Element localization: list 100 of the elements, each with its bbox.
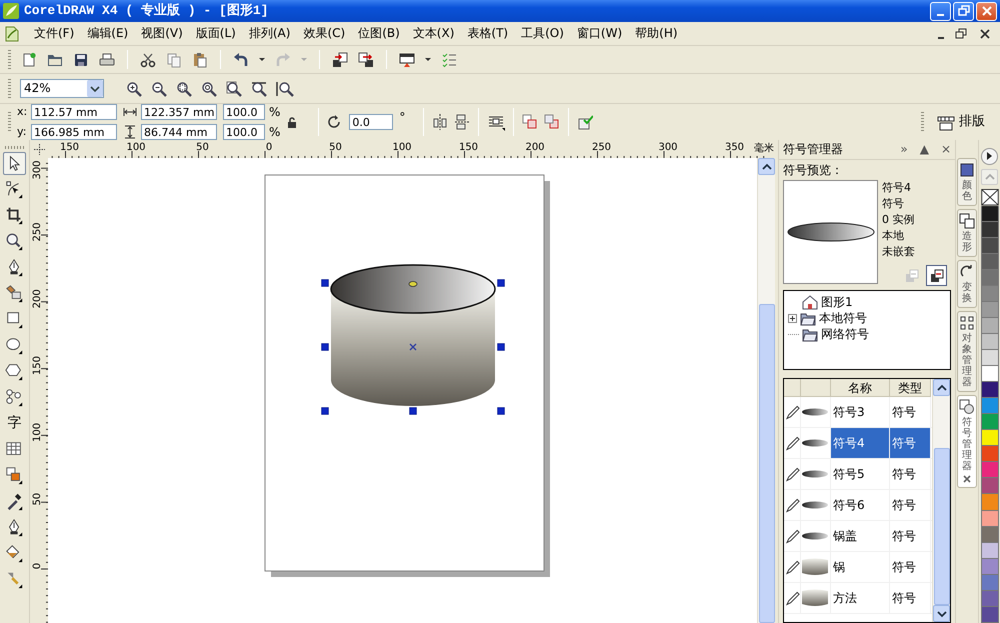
table-cell[interactable]: 符号 — [890, 397, 931, 427]
color-swatch[interactable] — [980, 446, 998, 462]
color-swatch[interactable] — [980, 462, 998, 478]
magnifier-icon[interactable] — [176, 80, 192, 96]
caret-icon[interactable] — [259, 57, 265, 62]
menu-item[interactable]: 窗口(W) — [576, 26, 622, 41]
color-swatch[interactable] — [980, 590, 998, 607]
text-wrap-icon[interactable] — [487, 114, 506, 130]
color-swatch[interactable] — [980, 558, 998, 575]
printer-icon[interactable] — [99, 52, 115, 68]
restore-icon[interactable] — [954, 26, 968, 40]
magnifier-icon[interactable] — [276, 80, 294, 96]
color-swatch[interactable] — [980, 414, 998, 430]
height-field[interactable]: 86.744 mm — [141, 124, 217, 140]
color-swatch[interactable] — [980, 382, 998, 398]
column-header[interactable]: 名称 — [831, 379, 890, 397]
table-cell[interactable]: 锅 — [831, 552, 890, 582]
tree-item[interactable]: 图形1 — [821, 294, 853, 310]
zoom-dropdown[interactable]: 42% — [20, 79, 104, 98]
text-tool[interactable]: 字 — [3, 412, 26, 435]
scrollbar-thumb[interactable] — [934, 448, 950, 605]
color-swatch[interactable] — [980, 238, 998, 254]
color-swatch[interactable] — [980, 350, 998, 366]
magnifier-icon[interactable] — [226, 80, 242, 96]
scroll-down-button[interactable] — [933, 605, 950, 622]
zoom-out-icon[interactable] — [151, 80, 167, 96]
export-icon[interactable] — [358, 52, 374, 68]
minimize-button[interactable] — [930, 2, 951, 20]
monitor-icon[interactable] — [399, 52, 415, 68]
toolbox-grip[interactable] — [4, 146, 24, 149]
menu-item[interactable]: 文件(F) — [34, 26, 74, 41]
drawing-canvas[interactable] — [48, 158, 757, 623]
checklist-icon[interactable] — [441, 52, 457, 68]
magnifier-icon[interactable] — [201, 80, 217, 96]
docker-header-button[interactable]: » — [900, 142, 908, 157]
menu-item[interactable]: 排列(A) — [248, 26, 290, 41]
color-swatch[interactable] — [980, 526, 998, 543]
side-tab[interactable]: 变换 — [957, 260, 977, 308]
color-swatch[interactable] — [980, 478, 998, 494]
export-button[interactable] — [926, 265, 947, 286]
menu-item[interactable]: 工具(O) — [521, 26, 564, 41]
width-field[interactable]: 122.357 mm — [141, 104, 217, 120]
menu-item[interactable]: 文本(X) — [412, 26, 454, 41]
color-swatch[interactable] — [980, 254, 998, 270]
vertical-scrollbar[interactable] — [932, 379, 950, 622]
no-color-swatch[interactable] — [980, 189, 998, 206]
restore-button[interactable] — [953, 2, 974, 20]
expander-icon[interactable] — [788, 314, 797, 322]
table-cell[interactable]: 符号5 — [831, 459, 890, 489]
zoom-in-icon[interactable] — [126, 80, 142, 96]
selection-handle[interactable] — [409, 407, 417, 415]
table-cell[interactable]: 符号 — [890, 552, 931, 582]
menu-item[interactable]: 位图(B) — [358, 26, 400, 41]
menu-item[interactable]: 编辑(E) — [87, 26, 128, 41]
minimize-icon[interactable] — [938, 36, 944, 38]
toolbar-grip[interactable] — [8, 112, 11, 132]
selection-handle[interactable] — [497, 407, 505, 415]
selection-handle[interactable] — [321, 343, 329, 351]
close-icon[interactable] — [978, 26, 992, 40]
table-cell[interactable]: 符号 — [890, 459, 931, 489]
pencil-icon[interactable] — [786, 498, 800, 512]
color-swatch[interactable] — [980, 270, 998, 286]
menu-item[interactable]: 效果(C) — [303, 26, 346, 41]
color-swatch[interactable] — [980, 430, 998, 446]
new-document-icon[interactable] — [21, 52, 37, 68]
color-swatch[interactable] — [980, 398, 998, 414]
scissors-icon[interactable] — [140, 52, 156, 68]
table-cell[interactable]: 符号3 — [831, 397, 890, 427]
side-tab[interactable]: 颜色 — [957, 158, 977, 206]
side-tab[interactable]: 对象管理器 — [957, 311, 977, 392]
y-position-field[interactable]: 166.985 mm — [31, 124, 117, 140]
menu-item[interactable]: 版面(L) — [196, 26, 236, 41]
tree-item[interactable]: 网络符号 — [821, 326, 869, 342]
color-swatch[interactable] — [980, 510, 998, 527]
table-cell[interactable]: 符号 — [890, 521, 931, 551]
center-mark-icon[interactable] — [409, 343, 417, 351]
selection-handle[interactable] — [321, 407, 329, 415]
scroll-up-button[interactable] — [758, 158, 775, 175]
side-tab[interactable]: 造形 — [957, 209, 977, 257]
pencil-icon[interactable] — [786, 560, 800, 574]
toolbar-grip[interactable] — [921, 112, 924, 132]
color-swatch[interactable] — [980, 334, 998, 350]
vertical-ruler[interactable]: 300 250 200 150 100 50 0 — [30, 158, 48, 623]
scale-field[interactable]: 100.0 — [223, 104, 265, 120]
column-header[interactable]: 类型 — [890, 379, 931, 397]
table-cell[interactable]: 符号4 — [831, 428, 890, 458]
menu-item[interactable]: 帮助(H) — [635, 26, 678, 41]
cylinder-drawing[interactable] — [330, 264, 496, 406]
table-cell[interactable]: 符号 — [890, 583, 931, 613]
selection-handle[interactable] — [497, 343, 505, 351]
table-cell[interactable]: 锅盖 — [831, 521, 890, 551]
undo-arrow-icon[interactable] — [233, 52, 249, 68]
color-swatch[interactable] — [980, 574, 998, 591]
selection-handle[interactable] — [497, 279, 505, 287]
convert-icon[interactable] — [577, 114, 594, 130]
pointer-icon[interactable] — [3, 152, 26, 175]
mirror-vertical-icon[interactable] — [454, 113, 470, 131]
toolbar-grip[interactable] — [8, 50, 11, 70]
color-swatch[interactable] — [980, 302, 998, 318]
to-front-icon[interactable] — [522, 114, 538, 130]
